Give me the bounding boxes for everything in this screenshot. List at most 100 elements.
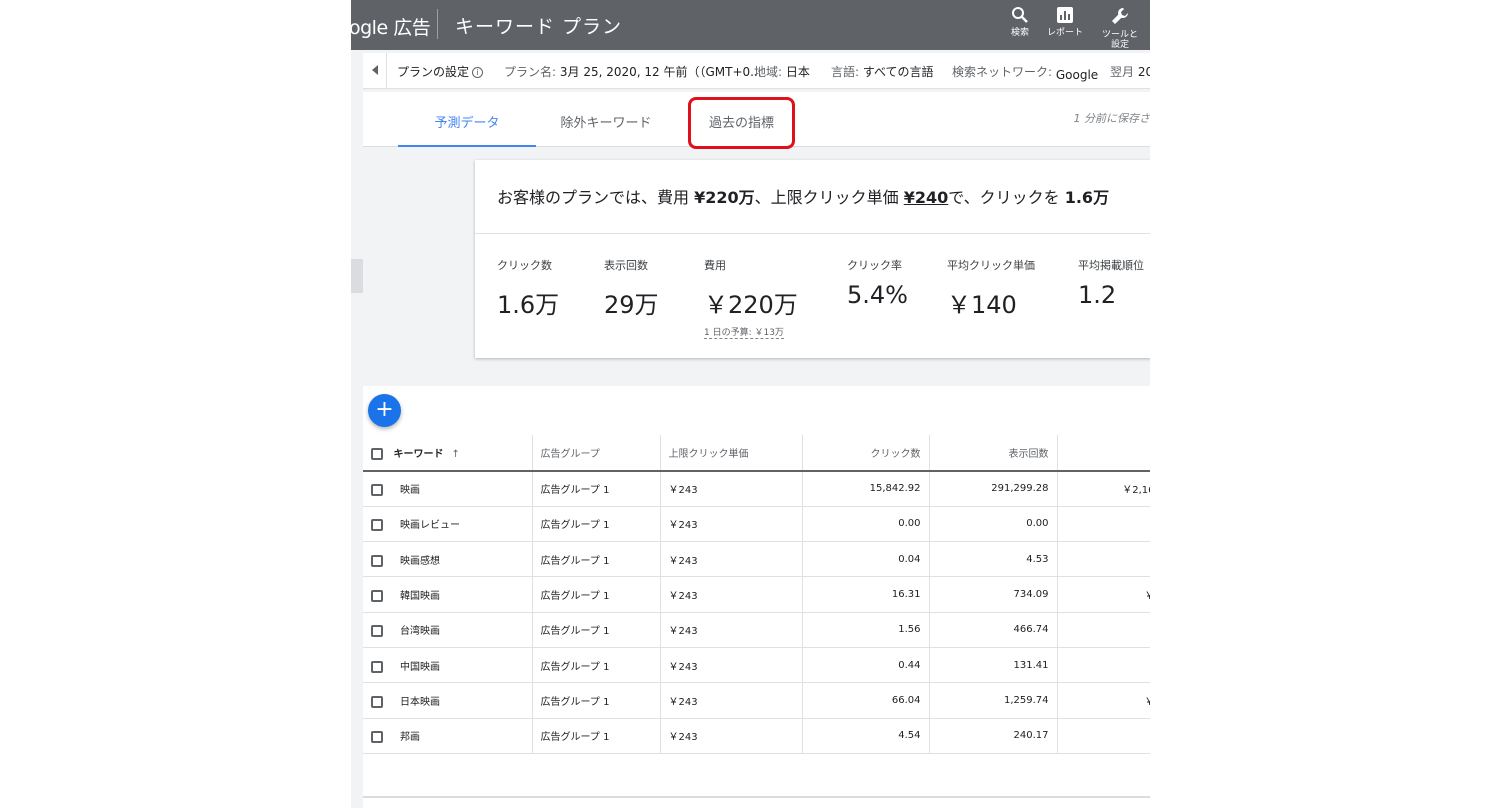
region-value: 日本 [785,65,810,79]
daily-budget-link[interactable]: 1 日の予算: ￥13万 [704,325,784,339]
add-keyword-button[interactable]: + [368,394,401,427]
metric-value: ￥220万 [704,291,798,319]
select-all-checkbox[interactable] [371,448,383,460]
column-header-impressions[interactable]: 表示回数 [929,435,1058,472]
cell-max-cpc: ￥243 [660,541,803,578]
cell-cost [1057,647,1150,684]
metric-value: ￥140 [947,291,1017,319]
metric-value: 1.2 [1078,281,1117,309]
table-row[interactable]: 邦画 広告グループ 1 ￥243 4.54 240.17 [363,718,1150,754]
metric-value: 29万 [604,291,659,319]
plan-settings-toggle[interactable]: プランの設定 i [397,63,484,80]
table-row[interactable]: 映画感想 広告グループ 1 ￥243 0.04 4.53 [363,541,1150,578]
top-header: ogle 広告 キーワード プラン 検索 レポート ツールと 設定 [351,0,1150,50]
row-checkbox[interactable] [371,625,383,638]
row-checkbox[interactable] [371,660,383,673]
gutter-scroll-marker[interactable] [351,259,363,293]
metric-value: 1.6万 [497,291,560,319]
column-header-keyword[interactable]: キーワード ↑ [363,435,533,472]
cell-impressions: 0.00 [929,506,1058,543]
table-row[interactable]: 韓国映画 広告グループ 1 ￥243 16.31 734.09 ￥ [363,576,1150,613]
search-icon [1012,7,1028,23]
report-button[interactable]: レポート [1043,4,1087,38]
network-value: Google [1055,68,1099,82]
cell-cost [1057,718,1150,754]
wrench-icon [1112,8,1128,24]
metric-ctr: クリック率 5.4% [847,257,908,309]
cell-impressions: 240.17 [929,718,1058,754]
table-row[interactable]: 映画レビュー 広告グループ 1 ￥243 0.00 0.00 [363,506,1150,543]
keyword-text: 映画 [400,485,420,497]
plan-name-value: 3月 25, 2020, 12 午前（（GMT+0... [559,65,762,79]
metric-avg-position: 平均掲載順位 1.2 [1078,257,1144,309]
month-setting[interactable]: 翌月 20 [1110,63,1150,80]
cell-clicks: 1.56 [802,612,930,648]
row-checkbox[interactable] [371,590,383,603]
row-checkbox[interactable] [371,554,383,567]
metric-label: 平均掲載順位 [1078,259,1144,272]
language-setting[interactable]: 言語: すべての言語 [831,63,934,80]
plan-name-setting[interactable]: プラン名: 3月 25, 2020, 12 午前（（GMT+0... [504,63,762,80]
column-header-max-cpc[interactable]: 上限クリック単価 [660,435,803,472]
table-row[interactable]: 中国映画 広告グループ 1 ￥243 0.44 131.41 [363,647,1150,684]
metric-label: 平均クリック単価 [947,259,1035,272]
cell-keyword: 台湾映画 [363,612,533,648]
tab-forecast[interactable]: 予測データ [398,92,536,147]
table-row[interactable]: 日本映画 広告グループ 1 ￥243 66.04 1,259.74 ￥ [363,682,1150,719]
tools-settings-button[interactable]: ツールと 設定 [1098,4,1142,50]
keyword-text: 中国映画 [400,661,440,673]
row-checkbox[interactable] [371,519,383,532]
cell-impressions: 734.09 [929,576,1058,613]
table-row[interactable]: 台湾映画 広告グループ 1 ￥243 1.56 466.74 [363,612,1150,648]
region-setting[interactable]: 地域: 日本 [754,63,810,80]
row-checkbox[interactable] [371,695,383,708]
column-header-clicks[interactable]: クリック数 [802,435,930,472]
keyword-table-section: + キーワード ↑ 広告グループ 上限クリック単価 クリック数 表示回数 映画 広告… [363,386,1150,808]
cell-clicks: 15,842.92 [802,471,930,507]
card-divider [475,233,1150,234]
summary-sentence: お客様のプランでは、費用 ¥220万、上限クリック単価 ¥240で、クリックを … [497,184,1109,208]
cell-cost [1057,612,1150,648]
tab-highlight-annotation [688,97,795,149]
cell-ad-group: 広告グループ 1 [532,647,661,684]
left-gutter [351,53,363,808]
summary-mid1: 、上限クリック単価 [754,188,904,207]
column-header-ad-group[interactable]: 広告グループ [532,435,661,472]
row-checkbox[interactable] [371,484,383,497]
keyword-text: 映画感想 [400,555,440,567]
brand-logo[interactable]: ogle 広告 [351,13,431,40]
keyword-table: キーワード ↑ 広告グループ 上限クリック単価 クリック数 表示回数 映画 広告グル… [363,435,1150,754]
cell-clicks: 66.04 [802,682,930,719]
summary-clicks: 1.6万 [1064,188,1110,207]
cell-max-cpc: ￥243 [660,506,803,543]
cell-clicks: 0.00 [802,506,930,543]
metric-value: 5.4% [847,281,908,309]
saved-status: 1 分前に保存さ [1073,112,1151,125]
network-setting[interactable]: 検索ネットワーク: Google [952,63,1099,82]
keyword-text: 日本映画 [400,696,440,708]
cell-ad-group: 広告グループ 1 [532,541,661,578]
cell-cost [1057,541,1150,578]
table-row[interactable]: 映画 広告グループ 1￥24315,842.92291,299.28￥2,16 [363,471,1150,507]
forecast-summary-card: お客様のプランでは、費用 ¥220万、上限クリック単価 ¥240で、クリックを … [475,160,1150,358]
page-title: キーワード プラン [455,16,623,38]
info-icon[interactable]: i [472,67,484,78]
month-label: 翌月 [1110,65,1135,79]
plan-name-label: プラン名: [504,65,557,79]
summary-max-cpc[interactable]: ¥240 [904,188,949,207]
search-button[interactable]: 検索 [998,4,1042,38]
cell-max-cpc: ￥243 [660,647,803,684]
metric-clicks: クリック数 1.6万 [497,257,559,320]
cell-clicks: 0.04 [802,541,930,578]
row-checkbox[interactable] [371,731,383,744]
keyword-text: 韓国映画 [400,591,440,603]
column-header-cost[interactable] [1057,435,1150,472]
sort-ascending-icon[interactable]: ↑ [451,449,459,460]
cell-keyword: 日本映画 [363,682,533,719]
cell-max-cpc: ￥243 [660,682,803,719]
metric-avg-cpc: 平均クリック単価 ￥140 [947,257,1035,320]
cell-cost: ￥2,16 [1057,471,1150,507]
tab-negative-keywords[interactable]: 除外キーワード [536,92,676,147]
cell-keyword: 邦画 [363,718,533,754]
collapse-panel-button[interactable] [363,53,387,89]
